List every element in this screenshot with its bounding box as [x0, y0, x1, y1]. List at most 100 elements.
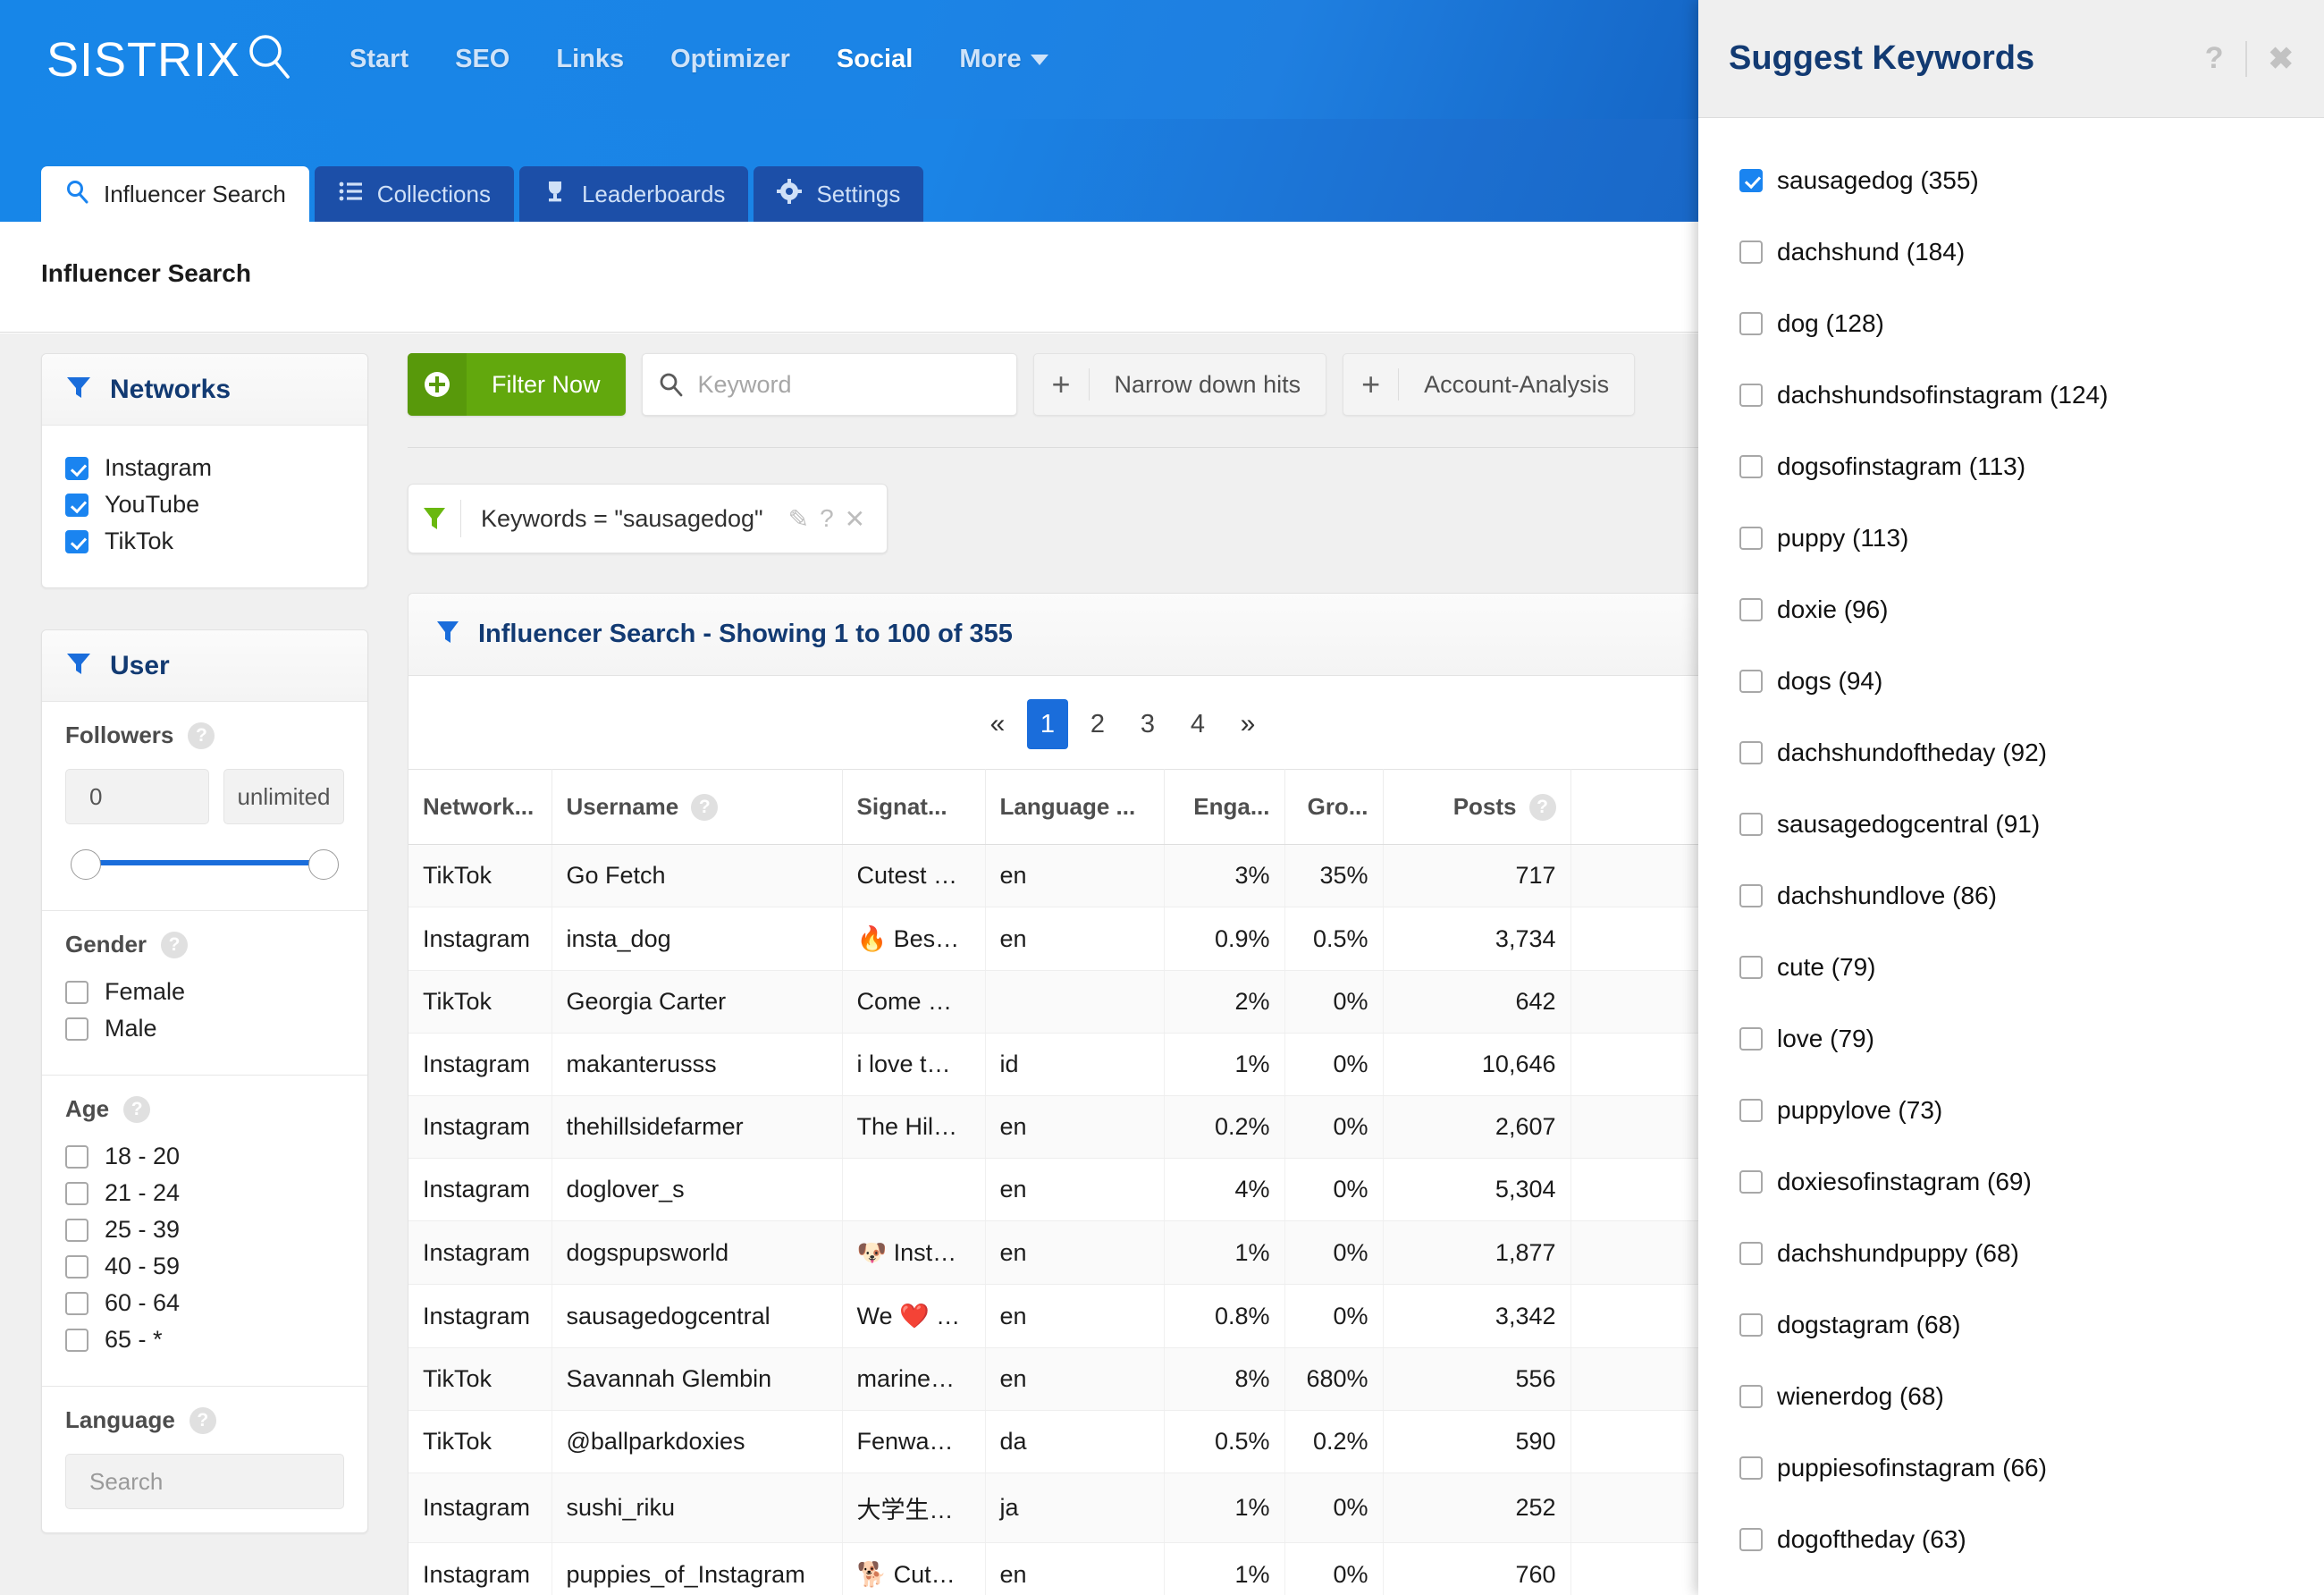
question-icon[interactable]: ?	[161, 931, 189, 958]
checkbox[interactable]	[1739, 1242, 1763, 1265]
followers-range-slider[interactable]	[65, 837, 344, 887]
keyword-input[interactable]: Keyword	[641, 353, 1017, 416]
table-row[interactable]: Instagram dogspupsworld 🐶 Inst… en 1% 0% 1,877	[408, 1220, 1837, 1285]
filter-now-button[interactable]: Filter Now	[408, 353, 626, 416]
pagination-page-2[interactable]: 2	[1077, 699, 1118, 749]
keyword-suggestion-item[interactable]: dogs (94)	[1739, 660, 2324, 703]
keyword-suggestion-item[interactable]: dog (128)	[1739, 302, 2324, 345]
checkbox[interactable]	[1739, 1456, 1763, 1480]
checkbox[interactable]	[1739, 1027, 1763, 1051]
age-option-60-64[interactable]: 60 - 64	[65, 1289, 344, 1317]
keyword-suggestion-item[interactable]: puppy (113)	[1739, 517, 2324, 560]
checkbox[interactable]	[1739, 1385, 1763, 1408]
tab-leaderboards[interactable]: Leaderboards	[518, 166, 749, 222]
table-row[interactable]: Instagram sushi_riku 大学生… ja 1% 0% 252	[408, 1473, 1837, 1543]
table-row[interactable]: Instagram sausagedogcentral We ❤️ … en 0.8% 0…	[408, 1284, 1837, 1348]
nav-item-start[interactable]: Start	[349, 45, 408, 74]
age-option-65-plus[interactable]: 65 - *	[65, 1326, 344, 1354]
nav-item-links[interactable]: Links	[556, 45, 624, 74]
question-icon[interactable]: ?	[123, 1095, 151, 1123]
checkbox[interactable]	[1739, 241, 1763, 264]
age-option-21-24[interactable]: 21 - 24	[65, 1179, 344, 1207]
checkbox[interactable]	[65, 980, 88, 1004]
checkbox[interactable]	[1739, 169, 1763, 192]
question-icon[interactable]: ?	[188, 722, 215, 749]
checkbox[interactable]	[1739, 813, 1763, 836]
sistrix-logo[interactable]: SISTRIX	[46, 31, 296, 88]
checkbox[interactable]	[65, 1291, 88, 1315]
keyword-suggestion-item[interactable]: sausagedogcentral (91)	[1739, 803, 2324, 846]
keyword-suggestion-item[interactable]: dachshundlove (86)	[1739, 874, 2324, 917]
table-row[interactable]: Instagraminsta_dog🔥 Bes…en0.9%0.5%3,7341	[408, 907, 1837, 971]
checkbox[interactable]	[1739, 384, 1763, 407]
close-icon[interactable]: ✕	[845, 504, 865, 534]
checkbox[interactable]	[65, 456, 88, 480]
close-icon[interactable]: ✖	[2269, 41, 2295, 77]
table-row[interactable]: TikTok @ballparkdoxies Fenwa… da 0.5% 0.2% 590…	[408, 1410, 1837, 1473]
table-row[interactable]: Instagramdoglover_sen4%0%5,3042	[408, 1158, 1837, 1221]
keyword-suggestion-item[interactable]: dachshund (184)	[1739, 231, 2324, 274]
keyword-suggestion-item[interactable]: puppiesofinstagram (66)	[1739, 1447, 2324, 1490]
age-option-18-20[interactable]: 18 - 20	[65, 1143, 344, 1170]
gender-option-female[interactable]: Female	[65, 978, 344, 1006]
keyword-suggestion-item[interactable]: dachshundsofinstagram (124)	[1739, 374, 2324, 417]
tab-influencer-search[interactable]: Influencer Search	[41, 166, 309, 222]
keyword-suggestion-item[interactable]: dogstagram (68)	[1739, 1304, 2324, 1346]
network-option-instagram[interactable]: Instagram	[65, 454, 344, 482]
checkbox[interactable]	[1739, 312, 1763, 335]
checkbox[interactable]	[1739, 884, 1763, 907]
checkbox[interactable]	[65, 1144, 88, 1169]
checkbox[interactable]	[1739, 1170, 1763, 1194]
checkbox[interactable]	[65, 493, 88, 517]
tab-settings[interactable]: Settings	[754, 166, 924, 222]
table-row[interactable]: TikTok Savannah Glembin marine… en 8% 680% 556…	[408, 1347, 1837, 1411]
keyword-suggestion-item[interactable]: puppylove (73)	[1739, 1089, 2324, 1132]
keyword-suggestion-item[interactable]: doxie (96)	[1739, 588, 2324, 631]
column-header-growth[interactable]: Gro...	[1284, 769, 1384, 845]
checkbox[interactable]	[65, 1254, 88, 1279]
checkbox[interactable]	[65, 1017, 88, 1041]
nav-item-social[interactable]: Social	[837, 45, 913, 74]
pagination-page-4[interactable]: 4	[1177, 699, 1218, 749]
keyword-suggestion-item[interactable]: cute (79)	[1739, 946, 2324, 989]
checkbox[interactable]	[1739, 598, 1763, 621]
age-option-40-59[interactable]: 40 - 59	[65, 1253, 344, 1280]
keyword-suggestion-item[interactable]: doxiesofinstagram (69)	[1739, 1160, 2324, 1203]
column-header-posts[interactable]: Posts?	[1383, 769, 1571, 845]
slider-handle-max[interactable]	[308, 849, 339, 880]
question-icon[interactable]: ?	[189, 1406, 216, 1434]
followers-max-input[interactable]: unlimited	[223, 769, 344, 824]
nav-item-more[interactable]: More	[959, 45, 1048, 74]
gender-option-male[interactable]: Male	[65, 1015, 344, 1042]
checkbox[interactable]	[1739, 1099, 1763, 1122]
checkbox[interactable]	[65, 1218, 88, 1242]
checkbox[interactable]	[65, 529, 88, 553]
table-row[interactable]: TikTokGeorgia CarterCome …2%0%6428	[408, 970, 1837, 1034]
checkbox[interactable]	[1739, 527, 1763, 550]
pagination-page-3[interactable]: 3	[1127, 699, 1168, 749]
question-icon[interactable]: ?	[2205, 41, 2224, 76]
table-row[interactable]: Instagram puppies_of_Instagram 🐕 Cut… en 1% 0…	[408, 1542, 1837, 1595]
nav-item-seo[interactable]: SEO	[455, 45, 509, 74]
narrow-down-hits-button[interactable]: + Narrow down hits	[1032, 353, 1327, 416]
followers-min-input[interactable]: 0	[65, 769, 209, 824]
question-icon[interactable]: ?	[1528, 793, 1556, 821]
keyword-suggestion-item[interactable]: dachshundoftheday (92)	[1739, 731, 2324, 774]
checkbox[interactable]	[1739, 455, 1763, 478]
network-option-youtube[interactable]: YouTube	[65, 491, 344, 519]
checkbox[interactable]	[1739, 1528, 1763, 1551]
active-filter-chip[interactable]: Keywords = "sausagedog" ✎ ? ✕	[408, 484, 888, 553]
account-analysis-button[interactable]: + Account-Analysis	[1343, 353, 1636, 416]
column-header-language[interactable]: Language ...	[985, 769, 1165, 845]
checkbox[interactable]	[1739, 741, 1763, 764]
pagination-page-1[interactable]: 1	[1027, 699, 1068, 749]
column-header-engagement[interactable]: Enga...	[1164, 769, 1285, 845]
pagination-last[interactable]: »	[1227, 699, 1268, 749]
age-option-25-39[interactable]: 25 - 39	[65, 1216, 344, 1244]
pencil-icon[interactable]: ✎	[788, 504, 809, 534]
pagination-first[interactable]: «	[977, 699, 1018, 749]
question-icon[interactable]: ?	[691, 793, 719, 821]
checkbox[interactable]	[1739, 1313, 1763, 1337]
question-icon[interactable]: ?	[820, 504, 834, 533]
slider-handle-min[interactable]	[71, 849, 101, 880]
